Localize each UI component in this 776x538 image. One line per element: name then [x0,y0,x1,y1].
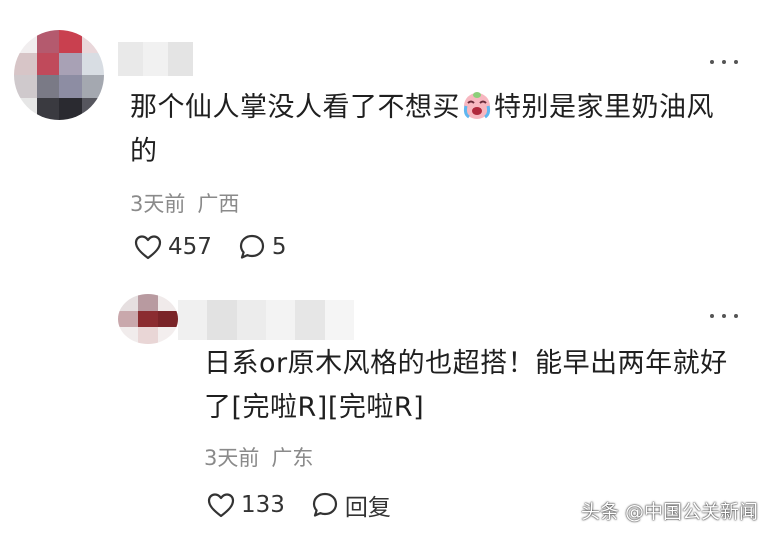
comment-bubble-icon [312,492,338,517]
comment-text-part: 特别是家里奶油风 [494,92,714,123]
comment-bubble-icon [239,234,265,259]
avatar[interactable] [118,294,178,344]
reply-button[interactable]: 回复 [311,488,391,522]
crying-face-emoji-icon [461,89,493,121]
comment-date: 3天前 [130,192,186,216]
more-options-icon[interactable] [710,59,738,65]
like-count: 133 [241,492,285,518]
comment-date: 3天前 [204,446,260,470]
reply-label: 回复 [344,495,391,521]
heart-icon [134,235,162,260]
comment-actions: 133 回复 [207,488,391,522]
comment-location: 广东 [271,446,314,470]
heart-icon [207,493,235,518]
like-count: 457 [168,234,212,260]
reply-button[interactable]: 5 [238,233,287,261]
avatar[interactable] [14,30,104,120]
username-pixelated[interactable] [178,300,354,340]
comment-meta: 3天前 广西 [130,188,239,218]
more-options-icon[interactable] [710,313,738,319]
comment-location: 广西 [197,192,240,216]
comment-actions: 457 5 [134,233,287,261]
like-button[interactable]: 457 [134,234,212,260]
reply-text: 日系or原木风格的也超搭！能早出两年就好 了[完啦R][完啦R] [204,342,728,430]
comment-text-part: 了[完啦R][完啦R] [204,392,425,423]
username-pixelated[interactable] [118,42,193,76]
comment-text-part: 日系or原木风格的也超搭！能早出两年就好 [204,348,728,379]
comment-text: 那个仙人掌没人看了不想买 特别是家里奶油风 的 [130,86,714,174]
comment-meta: 3天前 广东 [204,442,313,472]
comment-text-part: 那个仙人掌没人看了不想买 [130,92,460,123]
watermark: 头条 @中国公关新闻 [580,501,758,523]
reply-count: 5 [271,234,287,260]
like-button[interactable]: 133 [207,492,285,518]
comment-text-part: 的 [130,136,158,167]
